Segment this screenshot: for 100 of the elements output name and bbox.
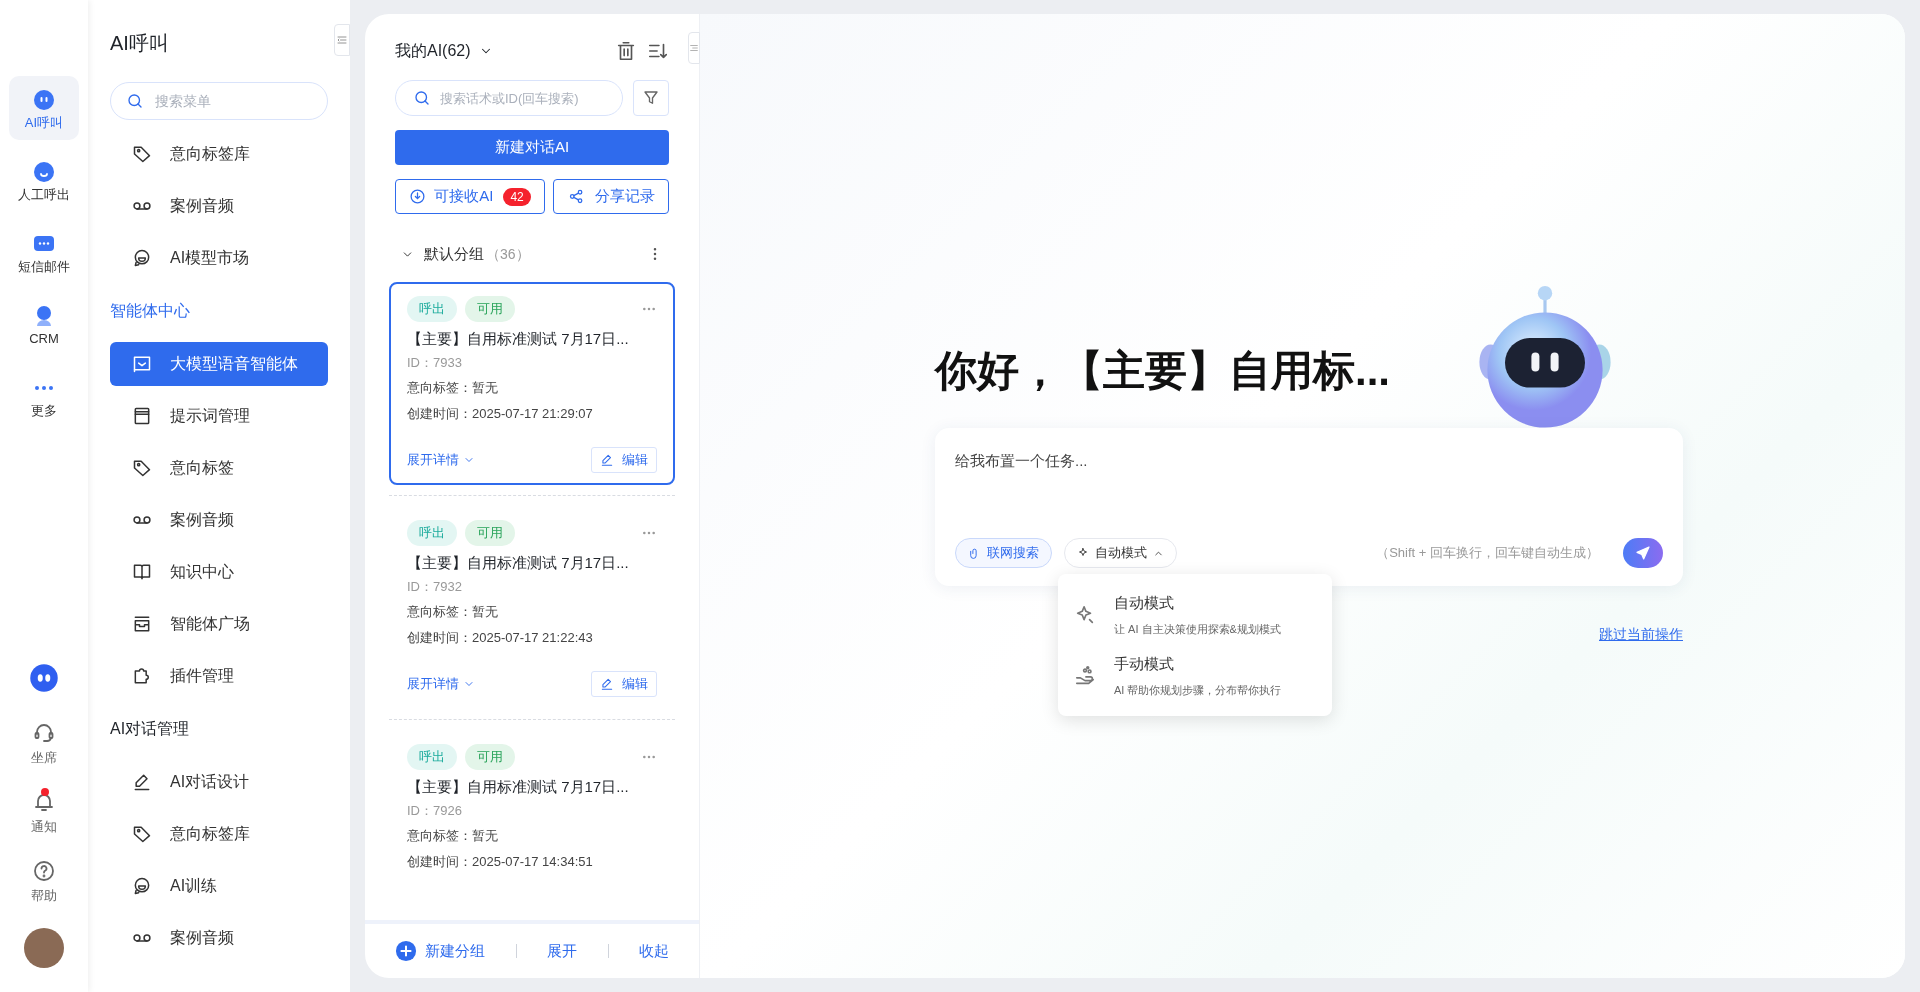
card-intent: 意向标签：暂无 [407,379,499,397]
shortcut-hint: （Shift + 回车换行，回车键自动生成） [1376,544,1599,563]
delete-button[interactable] [615,40,637,62]
headset-icon [32,721,56,745]
search-icon [413,89,431,107]
task-input[interactable]: 给我布置一个任务... [955,450,1663,538]
rail-item[interactable]: 帮助 [31,853,57,908]
archive-icon [132,614,152,634]
rail-item[interactable]: 通知 [31,784,57,839]
rail-item[interactable]: CRM [9,292,79,356]
more-icon [34,385,54,390]
count-badge: 42 [503,187,531,206]
mode-option[interactable]: 手动模式 AI 帮助你规划步骤，分布帮你执行 [1058,645,1332,706]
ai-card[interactable]: 呼出 可用 【主要】自用标准测试 7月17日... ID：7926 意向标签：暂无 创建时间：2025-07-17 14:34:51 [389,730,675,920]
card-id: ID：7932 [407,577,463,596]
sidebar-item[interactable]: 意向标签库 [110,132,328,176]
option-description: 让 AI 自主决策使用探索&规划模式 [1114,621,1281,637]
card-id: ID：7933 [407,353,463,372]
search-field[interactable]: 搜索话术或ID(回车搜索) [395,80,623,116]
chat-icon [132,876,152,896]
download-circle-icon [409,188,427,205]
status-tag: 呼出 [407,744,457,770]
card-title: 【主要】自用标准测试 7月17日... [407,777,630,797]
status-tag: 呼出 [407,296,457,322]
rail-item[interactable]: AI呼叫 [9,76,79,140]
filter-button[interactable] [633,80,669,116]
ai-card[interactable]: 呼出 可用 【主要】自用标准测试 7月17日... ID：7933 意向标签：暂无 创建时间：2025-07-17 21:29:07 展开详情 编辑 [389,282,675,485]
puzzle-icon [132,666,152,686]
option-title: 自动模式 [1114,593,1175,613]
card-intent: 意向标签：暂无 [407,603,499,621]
send-icon [1635,545,1651,561]
hand-icon [1074,664,1096,687]
status-tag: 可用 [465,520,515,546]
receive-ai-button[interactable]: 可接收AI 42 [395,179,545,214]
sidebar-item[interactable]: 意向标签 [110,446,328,490]
robot-icon [32,87,56,112]
sidebar-title: AI呼叫 [110,31,170,56]
status-tag: 呼出 [407,520,457,546]
sidebar-item[interactable]: 插件管理 [110,654,328,698]
status-tag: 可用 [465,296,515,322]
sparkle-icon [1077,547,1089,559]
tag-icon [132,824,152,844]
sidebar-item[interactable]: 提示词管理 [110,394,328,438]
sidebar-item[interactable]: AI训练 [110,864,328,908]
expand-all-button[interactable]: 展开 [547,939,577,963]
web-search-button[interactable]: 联网搜索 [955,538,1052,568]
section-header: AI对话管理 [110,719,191,739]
chat-icon [132,248,152,268]
collapse-icon [689,43,699,53]
sidebar-item[interactable]: 案例音频 [110,184,328,228]
share-record-button[interactable]: 分享记录 [553,179,669,214]
mode-option[interactable]: 自动模式 让 AI 自主决策使用探索&规划模式 [1058,584,1332,645]
tag-icon [132,458,152,478]
rail-item[interactable]: 坐席 [31,715,57,770]
search-field[interactable]: 搜索菜单 [110,82,328,120]
help-icon [32,859,56,883]
send-button[interactable] [1623,538,1663,568]
option-description: AI 帮助你规划步骤，分布帮你执行 [1114,682,1282,698]
rail-item[interactable]: 人工呼出 [9,148,79,212]
robot-logo-icon [29,663,59,693]
share-icon [567,188,585,205]
sparkle-icon [1074,603,1096,626]
plus-circle-icon [395,940,417,962]
sidebar-item[interactable]: 案例音频 [110,916,328,960]
status-tag: 可用 [465,744,515,770]
sidebar-item[interactable]: 知识中心 [110,550,328,594]
ai-card[interactable]: 呼出 可用 【主要】自用标准测试 7月17日... ID：7932 意向标签：暂无 创建时间：2025-07-17 21:22:43 展开详情 编辑 [389,506,675,709]
new-group-button[interactable]: 新建分组 [395,939,485,963]
pen-icon [600,677,614,691]
collapse-all-button[interactable]: 收起 [639,939,669,963]
new-ai-button[interactable]: 新建对话AI [395,130,669,165]
card-created-time: 创建时间：2025-07-17 21:29:07 [407,404,594,423]
sidebar-item[interactable]: 智能体广场 [110,602,328,646]
rail-item[interactable]: 短信邮件 [9,220,79,284]
rail-item[interactable]: 更多 [9,364,79,428]
sidebar-item[interactable]: AI对话设计 [110,760,328,804]
tag-icon [132,144,152,164]
book-icon [132,562,152,582]
smile-icon [32,159,56,184]
collapse-icon [336,34,348,46]
collapse-button[interactable] [688,32,700,64]
expand-details-link[interactable]: 展开详情 [407,674,475,694]
group-header[interactable]: 默认分组（36） [401,242,530,266]
edit-button[interactable]: 编辑 [591,447,657,473]
card-created-time: 创建时间：2025-07-17 21:22:43 [407,628,594,647]
greeting-heading: 你好，【主要】自用标... [935,350,1390,392]
list-title-dropdown[interactable]: 我的AI(62) [395,39,493,63]
pen-icon [600,453,614,467]
card-created-time: 创建时间：2025-07-17 14:34:51 [407,852,594,871]
sidebar-item[interactable]: 意向标签库 [110,812,328,856]
edit-button[interactable]: 编辑 [591,671,657,697]
card-title: 【主要】自用标准测试 7月17日... [407,553,630,573]
card-intent: 意向标签：暂无 [407,827,499,845]
sidebar-item[interactable]: 案例音频 [110,498,328,542]
sidebar-item[interactable]: 大模型语音智能体 [110,342,328,386]
expand-details-link[interactable]: 展开详情 [407,450,475,470]
skip-link[interactable]: 跳过当前操作 [1599,624,1683,645]
search-icon [126,92,144,110]
sidebar-item[interactable]: AI模型市场 [110,236,328,280]
avatar[interactable] [24,928,64,968]
